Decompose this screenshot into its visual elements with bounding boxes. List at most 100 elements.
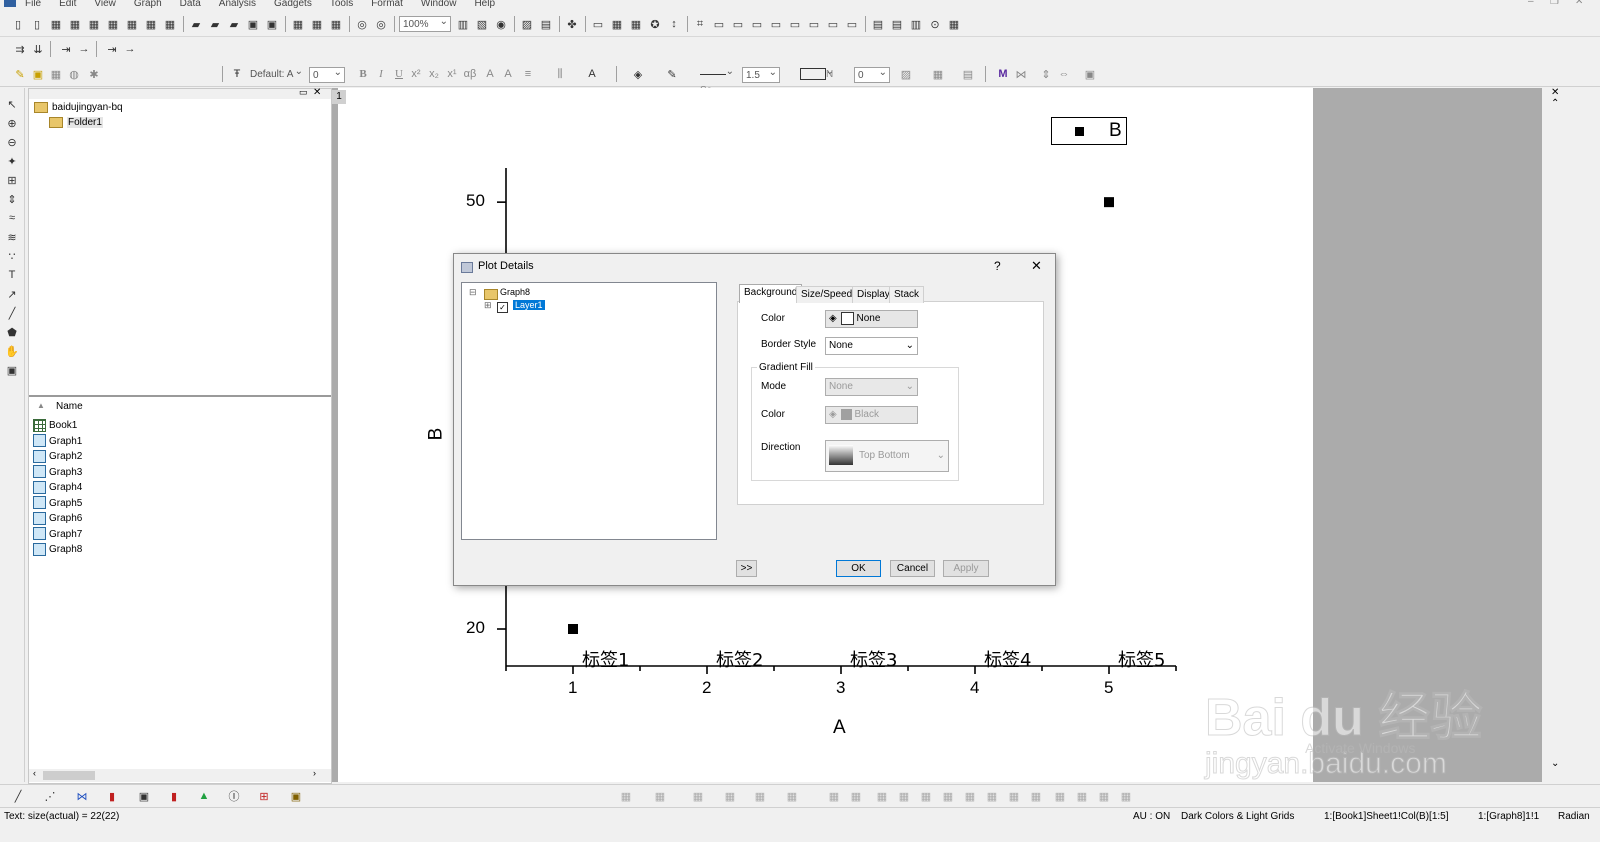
toolbar-tool-icon[interactable]: ▭ [768, 16, 784, 32]
data-point[interactable] [568, 624, 578, 635]
plot-type-icon[interactable]: ▲ [196, 788, 212, 804]
tool-b-icon[interactable]: ◍ [66, 66, 82, 82]
tool-palette-icon[interactable]: ⊕ [4, 115, 20, 131]
toolbar-tool-icon[interactable]: ▧ [474, 16, 490, 32]
toolbar-tool-icon[interactable]: ▦ [946, 16, 962, 32]
list-header-name[interactable]: Name [56, 401, 83, 412]
toolbar-tool-icon[interactable]: ◉ [493, 16, 509, 32]
dialog-help-icon[interactable]: ? [994, 259, 1001, 273]
expand-button[interactable]: >> [736, 560, 757, 577]
list-item[interactable]: Graph6 [33, 511, 82, 526]
list-item[interactable]: Graph7 [33, 527, 82, 542]
toolbar-tool-icon[interactable]: ▦ [143, 16, 159, 32]
arrow-right-icon[interactable]: ⇥ [58, 41, 74, 57]
tool-palette-icon[interactable]: ▣ [4, 362, 20, 378]
toolbar-tool-icon[interactable]: ▭ [730, 16, 746, 32]
menu-window[interactable]: Window [412, 0, 466, 9]
toolbar-tool-icon[interactable]: ▦ [105, 16, 121, 32]
toolbar-tool-icon[interactable]: ▯ [29, 16, 45, 32]
tool-palette-icon[interactable]: ⊞ [4, 172, 20, 188]
explorer-close-icon[interactable]: ✕ [313, 87, 321, 98]
menu-file[interactable]: File [16, 0, 50, 9]
cancel-button[interactable]: Cancel [890, 560, 935, 577]
toolbar-tool-icon[interactable]: ⊙ [927, 16, 943, 32]
plot-type-icon[interactable]: ▦ [1006, 788, 1022, 804]
underline-icon[interactable]: U [391, 66, 407, 82]
border-style-select[interactable]: None ⌄ [825, 337, 918, 355]
superscript-icon[interactable]: x² [408, 66, 424, 82]
list-item[interactable]: Graph3 [33, 465, 82, 480]
tree-root[interactable]: baidujingyan-bq [34, 102, 123, 113]
window-close-icon[interactable]: ✕ [1575, 0, 1583, 7]
menu-graph[interactable]: Graph [125, 0, 171, 9]
tool-c-icon[interactable]: ✱ [86, 66, 102, 82]
tree-expand-icon[interactable]: ⊞ [484, 300, 492, 311]
toolbar-tool-icon[interactable]: ▦ [162, 16, 178, 32]
plot-type-icon[interactable]: Ⓘ [226, 788, 242, 804]
plot-type-icon[interactable]: ▦ [784, 788, 800, 804]
fill-color-icon[interactable]: ◈ [630, 66, 646, 82]
plot-type-icon[interactable]: ▦ [752, 788, 768, 804]
zoom-combo[interactable]: 100% [399, 14, 451, 32]
toolbar-tool-icon[interactable]: ▤ [889, 16, 905, 32]
plot-type-icon[interactable]: ⋈ [74, 788, 90, 804]
toolbar-tool-icon[interactable]: ▰ [207, 16, 223, 32]
tab-background[interactable]: Background [739, 284, 803, 303]
toolbar-tool-icon[interactable]: ▦ [290, 16, 306, 32]
tool-palette-icon[interactable]: ✋ [4, 343, 20, 359]
layer-checkbox[interactable]: ✓ [497, 302, 508, 313]
plot-type-icon[interactable]: ▦ [618, 788, 634, 804]
plot-type-icon[interactable]: ▦ [1028, 788, 1044, 804]
list-item[interactable]: Graph2 [33, 449, 82, 464]
font-combo[interactable]: Default: A [247, 64, 305, 83]
tree-layer-label[interactable]: Layer1 [513, 300, 545, 310]
toolbar-tool-icon[interactable]: ✤ [564, 16, 580, 32]
toolbar-tool-icon[interactable]: ▦ [628, 16, 644, 32]
tool-palette-icon[interactable]: ≋ [4, 229, 20, 245]
scroll-thumb[interactable] [43, 771, 95, 780]
plot-type-icon[interactable]: ▮ [166, 788, 182, 804]
decrease-font-icon[interactable]: A [500, 66, 516, 82]
toolbar-tool-icon[interactable]: ▤ [870, 16, 886, 32]
color-button[interactable]: ◈ None [825, 310, 918, 328]
plot-type-icon[interactable]: ▮ [104, 788, 120, 804]
toolbar-tool-icon[interactable]: ▭ [806, 16, 822, 32]
ok-button[interactable]: OK [836, 560, 881, 577]
toolbar-tool-icon[interactable]: ▭ [825, 16, 841, 32]
menu-view[interactable]: View [85, 0, 125, 9]
border-icon[interactable]: ▦ [930, 66, 946, 82]
menu-analysis[interactable]: Analysis [210, 0, 265, 9]
toolbar-tool-icon[interactable]: ▦ [309, 16, 325, 32]
greek-icon[interactable]: αβ [462, 66, 478, 82]
toolbar-tool-icon[interactable]: ✪ [647, 16, 663, 32]
horizontal-scrollbar[interactable]: ‹ › [29, 768, 331, 782]
tree-collapse-icon[interactable]: ⊟ [469, 287, 477, 298]
fill-combo[interactable]: N [800, 64, 836, 83]
menu-tools[interactable]: Tools [321, 0, 362, 9]
tab-size-speed[interactable]: Size/Speed [796, 286, 858, 303]
unmerge-icon[interactable]: ⋈ [1013, 66, 1029, 82]
supersub-icon[interactable]: x¹ [444, 66, 460, 82]
toolbar-tool-icon[interactable]: ⌗ [692, 16, 708, 32]
plot-type-icon[interactable]: ▦ [1052, 788, 1068, 804]
tool-palette-icon[interactable]: ≈ [4, 210, 20, 226]
data-point[interactable] [1104, 197, 1114, 208]
increase-font-icon[interactable]: A [482, 66, 498, 82]
bold-icon[interactable]: B [355, 66, 371, 82]
tool-palette-icon[interactable]: ╱ [4, 305, 20, 321]
list-item[interactable]: Graph4 [33, 480, 82, 495]
toolbar-tool-icon[interactable]: ▣ [264, 16, 280, 32]
window-restore-icon[interactable]: ❐ [1550, 0, 1559, 7]
list-item[interactable]: Book1 [33, 418, 77, 433]
plot-type-icon[interactable]: ▦ [652, 788, 668, 804]
tab-stack[interactable]: Stack [889, 286, 925, 303]
tool-palette-icon[interactable]: ↖ [4, 96, 20, 112]
toolbar-tool-icon[interactable]: ▤ [538, 16, 554, 32]
plot-type-icon[interactable]: ▦ [1118, 788, 1134, 804]
line-width-combo[interactable]: 1.5 [742, 65, 780, 83]
tool-palette-icon[interactable]: ⬟ [4, 324, 20, 340]
toolbar-tool-icon[interactable]: ▰ [226, 16, 242, 32]
close-graph-icon[interactable]: ✕ [1551, 87, 1559, 98]
scroll-down-icon[interactable]: ⌄ [1551, 758, 1559, 769]
folder-open-icon[interactable]: ▣ [30, 66, 46, 82]
